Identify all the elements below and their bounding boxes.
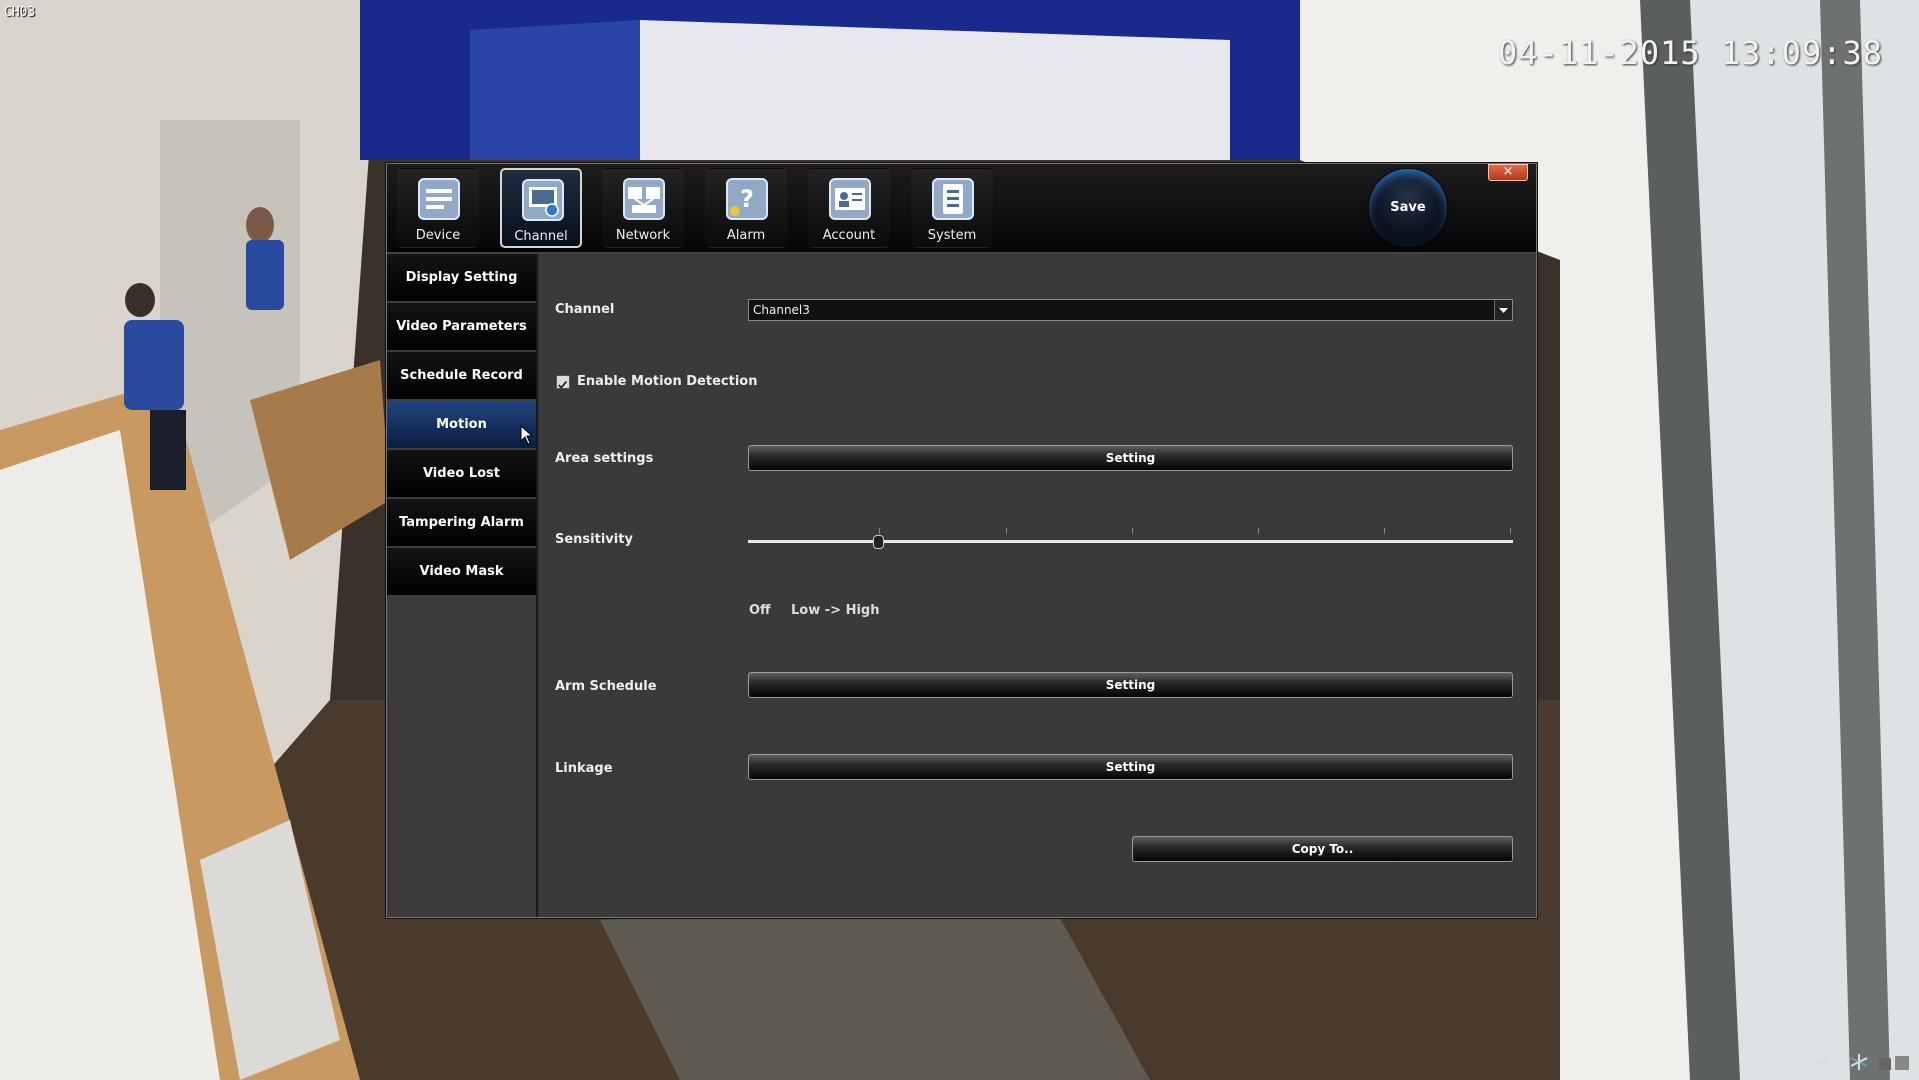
tab-system[interactable]: System [911, 168, 993, 248]
sidebar-item-motion[interactable]: Motion [387, 401, 536, 449]
tab-label: System [927, 228, 977, 243]
slider-tick [1006, 528, 1007, 534]
arm-schedule-label: Arm Schedule [555, 679, 657, 694]
tab-label: Network [615, 228, 671, 243]
close-button[interactable]: × [1488, 164, 1528, 181]
tab-bar: Device Channel Network ? Alarm Account S… [387, 164, 1536, 254]
tab-network[interactable]: Network [602, 168, 684, 248]
sidebar-item-schedule-record[interactable]: Schedule Record [387, 352, 536, 400]
scale-range-label: Low -> High [791, 603, 880, 618]
tab-account[interactable]: Account [808, 168, 890, 248]
channel-select-value: Channel3 [753, 303, 810, 317]
mouse-pointer-icon [520, 425, 532, 445]
settings-sidebar: Display Setting Video Parameters Schedul… [387, 254, 538, 917]
channel-label: Channel [555, 302, 615, 317]
tab-label: Account [822, 228, 876, 243]
linkage-setting-button[interactable]: Setting [748, 754, 1513, 780]
enable-motion-label[interactable]: Enable Motion Detection [577, 374, 757, 389]
save-button[interactable]: Save [1369, 169, 1447, 247]
slider-tick [879, 528, 880, 534]
alarm-icon: ? [726, 178, 768, 220]
arm-schedule-setting-button[interactable]: Setting [748, 672, 1513, 698]
sidebar-item-video-mask[interactable]: Video Mask [387, 548, 536, 596]
tab-label: Channel [514, 229, 568, 244]
account-icon [829, 178, 871, 220]
sidebar-item-display-setting[interactable]: Display Setting [387, 254, 536, 302]
copy-to-button[interactable]: Copy To.. [1132, 836, 1513, 862]
device-icon [418, 178, 460, 220]
enable-motion-checkbox[interactable] [556, 375, 570, 389]
slider-tick [1510, 528, 1511, 534]
channel-icon [522, 179, 564, 221]
tab-label: Alarm [726, 228, 766, 243]
channel-select[interactable]: Channel3 [748, 299, 1513, 321]
tab-channel[interactable]: Channel [500, 168, 582, 248]
sidebar-item-video-lost[interactable]: Video Lost [387, 450, 536, 498]
checkmark-icon [558, 381, 568, 389]
slider-tick [1132, 528, 1133, 534]
slider-tick [1384, 528, 1385, 534]
tab-label: Device [415, 228, 461, 243]
system-tray-icon[interactable] [1877, 1050, 1911, 1074]
sensitivity-label: Sensitivity [555, 532, 633, 547]
tab-alarm[interactable]: ? Alarm [705, 168, 787, 248]
network-status-icon[interactable] [1847, 1050, 1871, 1074]
linkage-label: Linkage [555, 761, 613, 776]
system-icon [932, 178, 974, 220]
network-icon [623, 178, 665, 220]
area-setting-button[interactable]: Setting [748, 445, 1513, 471]
datetime-osd: 04-11-2015 13:09:38 [1497, 34, 1883, 72]
speaker-icon[interactable] [1815, 1050, 1839, 1074]
slider-tick [1258, 528, 1259, 534]
sidebar-item-video-parameters[interactable]: Video Parameters [387, 303, 536, 351]
sensitivity-slider-thumb[interactable] [873, 535, 885, 549]
sensitivity-slider-track[interactable] [748, 540, 1513, 543]
svg-text:?: ? [740, 185, 754, 213]
chevron-down-icon[interactable] [1494, 300, 1512, 320]
sidebar-item-tampering-alarm[interactable]: Tampering Alarm [387, 499, 536, 547]
area-settings-label: Area settings [555, 451, 654, 466]
tab-device[interactable]: Device [397, 168, 479, 248]
channel-osd-label: CH03 [4, 5, 36, 20]
scale-off-label: Off [749, 603, 771, 618]
